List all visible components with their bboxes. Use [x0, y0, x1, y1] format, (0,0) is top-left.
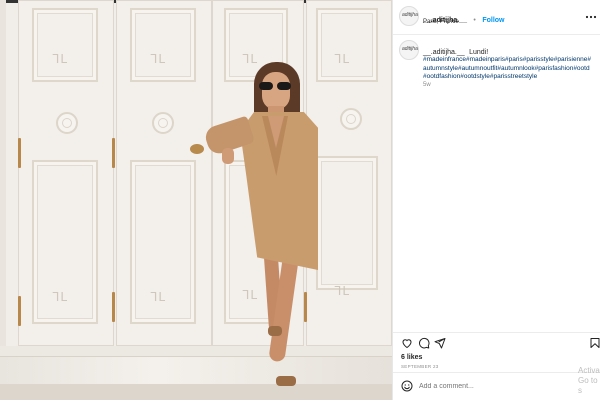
post-photo[interactable]: ᒣᒪ ᒣᒪ ᒣᒪ ᒣᒪ ᒣᒪ ᒣᒪ ᒣᒪ ᒣᒪ [0, 0, 392, 400]
avatar[interactable]: aditijha [399, 6, 419, 26]
shoe-back [268, 326, 282, 336]
caption-hashtags[interactable]: #madeinfrance#madeinparis#paris#parissty… [423, 56, 593, 82]
windows-activation-watermark: Activa Go to s [578, 366, 600, 395]
instagram-post-dialog: ᒣᒪ ᒣᒪ ᒣᒪ ᒣᒪ ᒣᒪ ᒣᒪ ᒣᒪ ᒣᒪ aditijha __.adit… [0, 0, 600, 400]
comment-bar [393, 372, 600, 401]
wall [0, 0, 6, 400]
follow-button[interactable]: Follow [482, 17, 504, 24]
woman-face [262, 72, 290, 110]
likes-count[interactable]: 6 likes [401, 354, 422, 361]
woman-hand [222, 148, 234, 164]
comment-input[interactable] [419, 380, 569, 392]
comment-icon[interactable] [418, 337, 430, 349]
header-separator: • [473, 17, 476, 24]
heart-icon[interactable] [401, 337, 413, 349]
caption-age: 5w [423, 82, 431, 88]
share-icon[interactable] [434, 337, 446, 349]
door-handle [190, 144, 204, 154]
door-centre-left: ᒣᒪ ᒣᒪ [116, 0, 212, 346]
more-icon[interactable] [585, 11, 597, 23]
post-location[interactable]: Paris, France [423, 19, 459, 25]
marble-step [0, 356, 392, 385]
door-right: ᒣᒪ ᒣᒪ [306, 0, 392, 346]
action-bar: 6 likes SEPTEMBER 23 [393, 332, 600, 373]
post-date: SEPTEMBER 23 [401, 364, 439, 369]
post-header: aditijha __.aditijha.__ • Follow Paris, … [393, 0, 600, 35]
caption-username[interactable]: __.aditijha.__ [423, 49, 465, 56]
shoe-front [276, 376, 296, 386]
caption-text: Lundi! [469, 49, 489, 56]
sunglasses [259, 82, 293, 90]
floor [0, 384, 392, 400]
post-side-panel: aditijha __.aditijha.__ • Follow Paris, … [392, 0, 600, 400]
caption-avatar[interactable]: aditijha [399, 40, 419, 60]
emoji-icon[interactable] [401, 380, 413, 392]
door-left: ᒣᒪ ᒣᒪ [18, 0, 114, 346]
bookmark-icon[interactable] [589, 337, 600, 349]
